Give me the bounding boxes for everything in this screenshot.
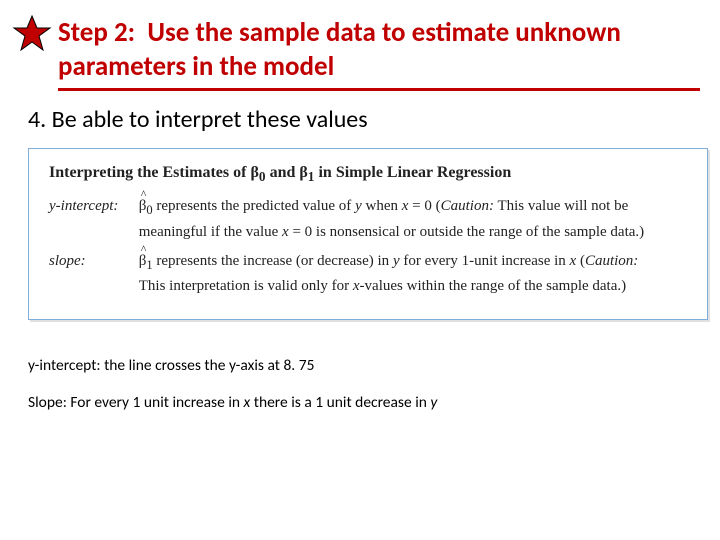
subpoint: 4. Be able to interpret these values — [28, 105, 700, 134]
yint-caution: Caution: — [441, 198, 494, 214]
title-step: Step 2: — [58, 16, 135, 49]
slope-c: ( — [576, 253, 585, 269]
beta0-hat: β — [139, 195, 147, 218]
beta1-hat: β — [139, 250, 147, 273]
beta0-hat-base: β — [139, 198, 147, 214]
slide: Step 2: Use the sample data to estimate … — [0, 0, 720, 540]
beta1: β — [299, 164, 307, 181]
heading-and: and — [266, 164, 300, 181]
slope-x2: x — [353, 278, 360, 294]
figure-wrap: Interpreting the Estimates of β0 and β1 … — [28, 148, 708, 320]
notes: y-intercept: the line crosses the y-axis… — [28, 356, 700, 412]
beta0-sub: 0 — [259, 169, 266, 184]
page-title: Step 2: Use the sample data to estimate … — [58, 16, 700, 84]
slope-e: -values within the range of the sample d… — [360, 278, 627, 294]
note-slope-b: there is a 1 unit decrease in — [250, 393, 430, 412]
heading-suffix: in Simple Linear Regression — [314, 164, 511, 181]
beta0: β — [250, 164, 258, 181]
slope-a: represents the increase (or decrease) in — [153, 253, 393, 269]
slope-body: β1 represents the increase (or decrease)… — [139, 250, 659, 299]
slope-label: slope: — [49, 250, 135, 273]
yint-b: when — [362, 198, 402, 214]
slope-row: slope: β1 represents the increase (or de… — [49, 250, 687, 299]
yint-e: = 0 is nonsensical or outside the range … — [289, 224, 644, 240]
note-y-intercept: y-intercept: the line crosses the y-axis… — [28, 356, 700, 375]
beta1-hat-base: β — [139, 253, 147, 269]
yint-y: y — [355, 198, 362, 214]
slope-b: for every 1-unit increase in — [400, 253, 570, 269]
y-intercept-row: y-intercept: β0 represents the predicted… — [49, 195, 687, 244]
y-intercept-label: y-intercept: — [49, 195, 135, 218]
note-slope-a: Slope: For every 1 unit increase in — [28, 393, 244, 412]
star-icon — [12, 14, 52, 54]
y-intercept-body: β0 represents the predicted value of y w… — [139, 195, 659, 244]
yint-c: = 0 ( — [408, 198, 440, 214]
heading-prefix: Interpreting the Estimates of — [49, 164, 250, 181]
slope-caution: Caution: — [585, 253, 638, 269]
title-block: Step 2: Use the sample data to estimate … — [58, 16, 700, 91]
interpretation-box: Interpreting the Estimates of β0 and β1 … — [28, 148, 708, 320]
note-slope-y: y — [430, 393, 437, 412]
slope-y: y — [393, 253, 400, 269]
yint-a: represents the predicted value of — [153, 198, 355, 214]
figure-heading: Interpreting the Estimates of β0 and β1 … — [49, 161, 687, 188]
note-slope: Slope: For every 1 unit increase in x th… — [28, 393, 700, 412]
slope-d: This interpretation is valid only for — [139, 278, 353, 294]
yint-x2: x — [282, 224, 289, 240]
